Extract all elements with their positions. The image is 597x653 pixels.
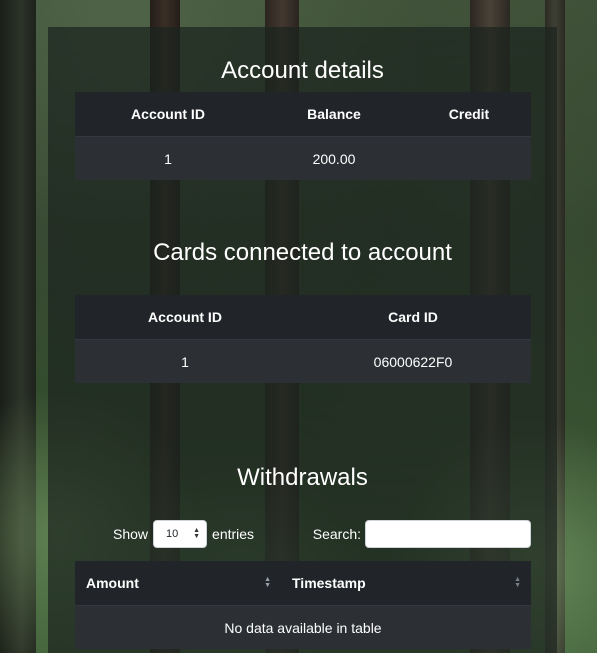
cell-balance: 200.00 bbox=[261, 136, 407, 180]
search-control: Search: bbox=[313, 520, 531, 548]
search-label: Search: bbox=[312, 526, 361, 542]
col-amount-label: Amount bbox=[86, 575, 139, 591]
cards-table: Account ID Card ID 1 06000622F0 bbox=[75, 295, 531, 383]
search-input[interactable] bbox=[365, 520, 531, 548]
sort-icon: ▲ ▼ bbox=[514, 576, 521, 589]
table-row: No data available in table bbox=[75, 605, 531, 649]
col-card-id: Card ID bbox=[295, 295, 531, 340]
col-account-id: Account ID bbox=[75, 92, 261, 137]
col-timestamp[interactable]: Timestamp ▲ ▼ bbox=[281, 561, 531, 606]
col-account-id: Account ID bbox=[75, 295, 295, 340]
cards-title: Cards connected to account bbox=[153, 239, 452, 266]
show-label: Show bbox=[113, 526, 149, 542]
chevron-up-down-icon: ▲ ▼ bbox=[193, 527, 201, 540]
empty-table-message: No data available in table bbox=[75, 605, 531, 649]
withdrawals-title: Withdrawals bbox=[237, 464, 368, 491]
cell-card-id: 06000622F0 bbox=[295, 339, 531, 383]
col-balance: Balance bbox=[261, 92, 407, 137]
datatable-controls: Show 10 ▲ ▼ entries Search: bbox=[75, 520, 531, 550]
sort-icon: ▲ ▼ bbox=[264, 576, 271, 589]
withdrawals-table: Amount ▲ ▼ Timestamp ▲ ▼ No data available… bbox=[75, 561, 531, 649]
table-row: 1 200.00 bbox=[75, 136, 531, 180]
entries-length-control: Show 10 ▲ ▼ entries bbox=[113, 520, 254, 548]
entries-select-value: 10 bbox=[166, 528, 179, 540]
col-amount[interactable]: Amount ▲ ▼ bbox=[75, 561, 281, 606]
account-details-title: Account details bbox=[221, 57, 384, 84]
cell-account-id: 1 bbox=[75, 136, 261, 180]
col-credit: Credit bbox=[407, 92, 531, 137]
entries-label: entries bbox=[212, 526, 255, 542]
table-row: 1 06000622F0 bbox=[75, 339, 531, 383]
entries-select[interactable]: 10 ▲ ▼ bbox=[153, 520, 208, 548]
col-timestamp-label: Timestamp bbox=[292, 575, 366, 591]
account-details-table: Account ID Balance Credit 1 200.00 bbox=[75, 92, 531, 180]
cell-credit bbox=[407, 136, 531, 180]
content-panel: Account details Account ID Balance Credi… bbox=[48, 27, 557, 653]
cell-account-id: 1 bbox=[75, 339, 295, 383]
